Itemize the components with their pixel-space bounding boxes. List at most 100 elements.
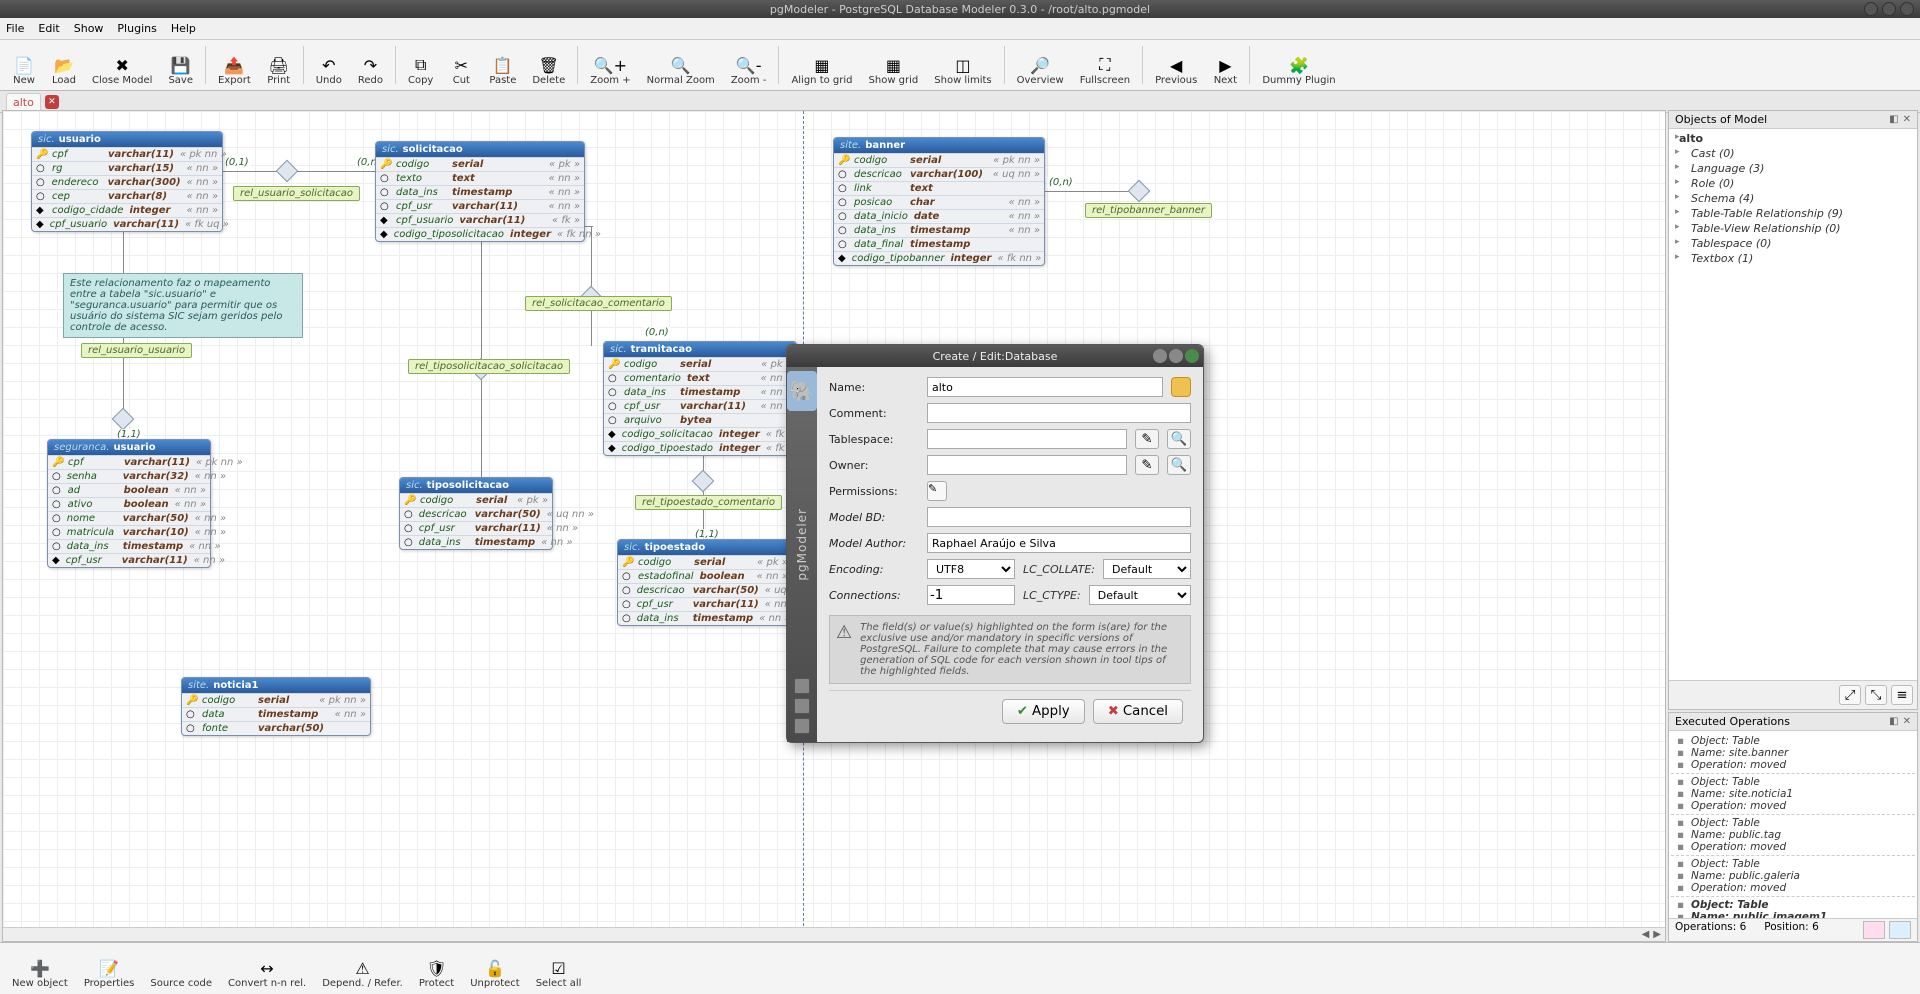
table-column[interactable]: ○adboolean« nn » xyxy=(48,483,210,497)
bottombtn-protect[interactable]: 🛡Protect xyxy=(411,945,462,991)
bottombtn-select-all[interactable]: ☑Select all xyxy=(528,945,590,991)
table-column[interactable]: ○senhavarchar(32)« nn » xyxy=(48,469,210,483)
toolbtn-new[interactable]: 📄New xyxy=(4,42,44,88)
toolbtn-undo[interactable]: ↶Undo xyxy=(308,42,350,88)
db-encoding-select[interactable]: UTF8 xyxy=(927,559,1015,579)
table-column[interactable]: 🔑cpfvarchar(11)« pk nn » xyxy=(32,147,222,161)
table-column[interactable]: ○cpf_usrvarchar(11)« nn » xyxy=(376,199,584,213)
rel-diamond[interactable] xyxy=(276,160,299,183)
db-comment-input[interactable] xyxy=(927,403,1191,423)
table-column[interactable]: ○data_instimestamp« nn » xyxy=(618,611,792,625)
toolbtn-delete[interactable]: 🗑Delete xyxy=(524,42,573,88)
rel-diamond[interactable] xyxy=(112,408,135,431)
table-column[interactable]: ○descricaovarchar(50)« uq nn » xyxy=(618,583,792,597)
table-column[interactable]: ○nomevarchar(50)« nn » xyxy=(48,511,210,525)
model-tab[interactable]: alto xyxy=(6,93,41,111)
tree-root[interactable]: alto xyxy=(1671,131,1915,146)
table-solicitacao[interactable]: sic.solicitacao🔑codigoserial« pk »○texto… xyxy=(375,141,585,242)
textbox-note[interactable]: Este relacionamento faz o mapeamento ent… xyxy=(63,273,303,338)
table-column[interactable]: ○posicaochar« nn » xyxy=(834,195,1044,209)
table-column[interactable]: 🔑codigoserial« pk » xyxy=(604,357,796,371)
toolbtn-next[interactable]: ▶Next xyxy=(1205,42,1245,88)
rel-diamond[interactable] xyxy=(1128,180,1151,203)
db-author-input[interactable] xyxy=(927,533,1191,553)
menu-help[interactable]: Help xyxy=(171,22,196,35)
table-column[interactable]: 🔑codigoserial« pk nn » xyxy=(182,693,370,707)
bottombtn-new-object[interactable]: ➕New object xyxy=(4,945,76,991)
dialog-maximize[interactable] xyxy=(1169,349,1183,363)
rel-label[interactable]: rel_tiposolicitacao_solicitacao xyxy=(408,359,570,374)
table-column[interactable]: ◆codigo_cidadeinteger« nn » xyxy=(32,203,222,217)
permissions-edit-button[interactable]: ✎ xyxy=(927,481,947,501)
panel-float-icon[interactable]: ◧ xyxy=(1889,716,1898,727)
table-column[interactable]: ◆codigo_solicitacaointeger« fk nn » xyxy=(604,427,796,441)
table-column[interactable]: ○ativoboolean« nn » xyxy=(48,497,210,511)
table-column[interactable]: ○descricaovarchar(100)« uq nn » xyxy=(834,167,1044,181)
table-column[interactable]: ◆cpf_usrvarchar(11)« nn » xyxy=(48,553,210,567)
owner-pick-button[interactable]: 🔍 xyxy=(1167,455,1191,475)
table-column[interactable]: ○data_instimestamp« nn » xyxy=(400,535,552,549)
rel-label[interactable]: rel_usuario_solicitacao xyxy=(233,186,360,201)
table-column[interactable]: ○descricaovarchar(50)« uq nn » xyxy=(400,507,552,521)
op-group[interactable]: Object: TableName: public.tagOperation: … xyxy=(1671,815,1915,856)
table-usuario[interactable]: sic.usuario🔑cpfvarchar(11)« pk nn »○rgva… xyxy=(31,131,223,232)
dialog-minimize[interactable] xyxy=(1153,349,1167,363)
table-column[interactable]: ○cepvarchar(8)« nn » xyxy=(32,189,222,203)
table-column[interactable]: ◆codigo_tipoestadointeger« fk nn » xyxy=(604,441,796,455)
table-tiposolicitacao[interactable]: sic.tiposolicitacao🔑codigoserial« pk »○d… xyxy=(399,477,553,550)
toolbtn-fullscreen[interactable]: ⛶Fullscreen xyxy=(1072,42,1138,88)
cancel-button[interactable]: ✖Cancel xyxy=(1093,699,1183,724)
window-maximize[interactable] xyxy=(1882,2,1896,16)
toolbtn-show-limits[interactable]: ◫Show limits xyxy=(926,42,999,88)
toolbtn-zoom-[interactable]: 🔍+Zoom + xyxy=(582,42,638,88)
tree-item[interactable]: Textbox (1) xyxy=(1671,251,1915,266)
toolbtn-normal-zoom[interactable]: 🔍Normal Zoom xyxy=(639,42,723,88)
toolbtn-export[interactable]: 📤Export xyxy=(210,42,259,88)
toolbtn-print[interactable]: 🖨Print xyxy=(259,42,299,88)
panel-close-icon[interactable]: ✕ xyxy=(1903,716,1911,727)
toolbtn-copy[interactable]: ⧉Copy xyxy=(400,42,441,88)
table-column[interactable]: ○datatimestamp« nn » xyxy=(182,707,370,721)
db-name-input[interactable] xyxy=(927,377,1163,397)
db-modelbd-input[interactable] xyxy=(927,507,1191,527)
table-column[interactable]: ○data_finaltimestamp xyxy=(834,237,1044,251)
toolbtn-paste[interactable]: 📋Paste xyxy=(481,42,524,88)
op-group[interactable]: Object: TableName: site.noticia1Operatio… xyxy=(1671,774,1915,815)
bottombtn-unprotect[interactable]: 🔓Unprotect xyxy=(462,945,528,991)
table-column[interactable]: 🔑cpfvarchar(11)« pk nn » xyxy=(48,455,210,469)
ops-undo-button[interactable] xyxy=(1863,921,1885,939)
table-column[interactable]: ○data_iniciodate« nn » xyxy=(834,209,1044,223)
table-column[interactable]: ◆cpf_usuariovarchar(11)« fk uq » xyxy=(32,217,222,231)
tablespace-pick-button[interactable]: 🔍 xyxy=(1167,429,1191,449)
op-group[interactable]: Object: TableName: site.bannerOperation:… xyxy=(1671,733,1915,774)
op-group[interactable]: Object: TableName: public.galeriaOperati… xyxy=(1671,856,1915,897)
menu-file[interactable]: File xyxy=(6,22,24,35)
tree-item[interactable]: Tablespace (0) xyxy=(1671,236,1915,251)
canvas-scrollbar-h[interactable]: ◀▶ xyxy=(3,927,1665,941)
apply-button[interactable]: ✔Apply xyxy=(1002,699,1085,724)
objects-list-button[interactable]: ≡ xyxy=(1891,685,1913,705)
bottombtn-properties[interactable]: 📝Properties xyxy=(76,945,143,991)
table-column[interactable]: ○arquivobytea xyxy=(604,413,796,427)
tree-item[interactable]: Language (3) xyxy=(1671,161,1915,176)
table-column[interactable]: ○textotext« nn » xyxy=(376,171,584,185)
rel-label[interactable]: rel_solicitacao_comentario xyxy=(525,296,672,311)
toolbtn-show-grid[interactable]: ▦Show grid xyxy=(861,42,927,88)
toolbtn-cut[interactable]: ✂Cut xyxy=(441,42,481,88)
bottombtn-source-code[interactable]: Source code xyxy=(142,945,220,991)
table-column[interactable]: ○cpf_usrvarchar(11)« nn » xyxy=(604,399,796,413)
table-usuario[interactable]: seguranca.usuario🔑cpfvarchar(11)« pk nn … xyxy=(47,439,211,568)
tree-item[interactable]: Table-Table Relationship (9) xyxy=(1671,206,1915,221)
rel-label[interactable]: rel_tipoestado_comentario xyxy=(635,495,782,510)
table-banner[interactable]: site.banner🔑codigoserial« pk nn »○descri… xyxy=(833,137,1045,266)
table-column[interactable]: 🔑codigoserial« pk nn » xyxy=(834,153,1044,167)
table-column[interactable]: ○enderecovarchar(300)« nn » xyxy=(32,175,222,189)
table-column[interactable]: ○fontevarchar(50) xyxy=(182,721,370,735)
db-collate-select[interactable]: Default xyxy=(1103,559,1191,579)
table-column[interactable]: ○data_instimestamp« nn » xyxy=(376,185,584,199)
db-ctype-select[interactable]: Default xyxy=(1089,585,1191,605)
table-column[interactable]: ○estadofinalboolean« nn » xyxy=(618,569,792,583)
toolbtn-close-model[interactable]: ✖Close Model xyxy=(84,42,160,88)
table-column[interactable]: 🔑codigoserial« pk » xyxy=(618,555,792,569)
toolbtn-previous[interactable]: ◀Previous xyxy=(1147,42,1205,88)
